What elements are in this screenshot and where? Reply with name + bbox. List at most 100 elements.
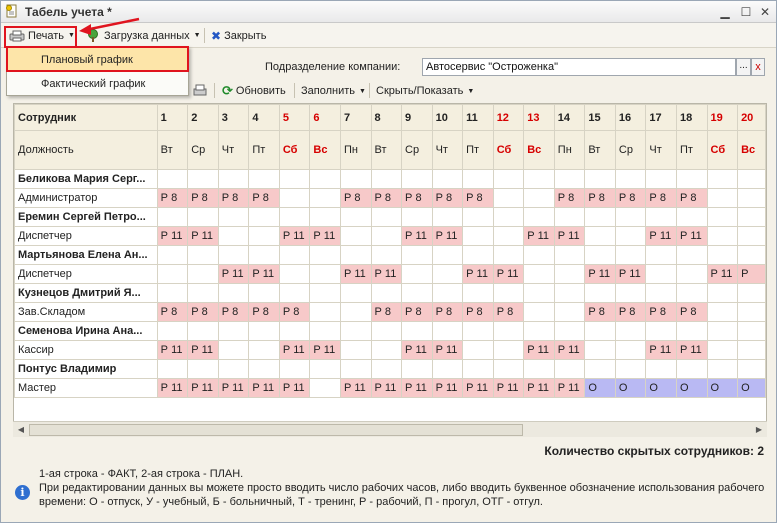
plan-cell[interactable] [614,226,647,246]
plan-cell[interactable] [278,188,311,208]
column-header-day[interactable]: 3 [217,104,250,131]
fact-cell[interactable] [706,245,739,265]
plan-cell[interactable]: Р 8 [675,188,708,208]
fact-cell[interactable] [553,169,586,189]
plan-cell[interactable]: Р 8 [217,302,250,322]
fact-cell[interactable] [339,283,372,303]
plan-cell[interactable]: Р 11 [675,340,708,360]
fact-cell[interactable] [248,359,280,379]
plan-cell[interactable]: Р 8 [187,188,219,208]
plan-cell[interactable]: Р 8 [248,302,280,322]
plan-cell[interactable]: Р 11 [339,264,372,284]
fact-cell[interactable] [553,207,586,227]
plan-cell[interactable]: Р 8 [217,188,250,208]
plan-cell[interactable]: О [584,378,616,398]
employee-name[interactable]: Семенова Ирина Ана... [14,321,158,341]
employee-name[interactable]: Беликова Мария Серг... [14,169,158,189]
employee-position[interactable]: Зав.Складом [14,302,158,322]
fact-cell[interactable] [523,283,555,303]
fact-cell[interactable] [584,359,616,379]
plan-cell[interactable] [370,226,403,246]
plan-cell[interactable] [492,340,525,360]
plan-cell[interactable]: Р 8 [462,188,494,208]
plan-cell[interactable]: Р 11 [370,378,403,398]
plan-cell[interactable] [706,188,739,208]
plan-cell[interactable]: О [645,378,677,398]
fact-cell[interactable] [278,321,311,341]
column-header-day[interactable]: 6 [309,104,341,131]
fact-cell[interactable] [462,321,494,341]
plan-cell[interactable]: Р 8 [614,188,647,208]
column-header-day[interactable]: 9 [401,104,433,131]
plan-cell[interactable] [584,226,616,246]
plan-cell[interactable]: Р 11 [523,378,555,398]
fact-cell[interactable] [737,359,766,379]
plan-cell[interactable] [492,188,525,208]
plan-cell[interactable]: Р 8 [401,188,433,208]
column-header-day[interactable]: 17 [645,104,677,131]
fact-cell[interactable] [737,283,766,303]
fact-cell[interactable] [737,321,766,341]
fact-cell[interactable] [401,245,433,265]
plan-cell[interactable] [737,188,766,208]
plan-cell[interactable]: Р 8 [431,302,464,322]
plan-cell[interactable]: Р 11 [278,378,311,398]
plan-cell[interactable] [339,340,372,360]
fact-cell[interactable] [706,321,739,341]
fact-cell[interactable] [278,169,311,189]
fact-cell[interactable] [156,207,189,227]
plan-cell[interactable]: Р 8 [645,188,677,208]
fact-cell[interactable] [706,169,739,189]
fact-cell[interactable] [614,321,647,341]
employee-name[interactable]: Еремин Сергей Петро... [14,207,158,227]
plan-cell[interactable] [339,226,372,246]
plan-cell[interactable]: Р 8 [156,188,189,208]
column-header-day[interactable]: 2 [187,104,219,131]
employee-name[interactable]: Понтус Владимир [14,359,158,379]
plan-cell[interactable]: О [706,378,739,398]
fact-cell[interactable] [156,359,189,379]
plan-cell[interactable] [553,264,586,284]
plan-cell[interactable]: Р 8 [584,188,616,208]
column-header-day[interactable]: 12 [492,104,525,131]
fact-cell[interactable] [492,207,525,227]
plan-cell[interactable]: Р 11 [187,378,219,398]
fact-cell[interactable] [492,245,525,265]
fact-cell[interactable] [645,359,677,379]
fact-cell[interactable] [401,169,433,189]
plan-cell[interactable] [309,264,341,284]
fact-cell[interactable] [462,283,494,303]
employee-name[interactable]: Мартьянова Елена Ан... [14,245,158,265]
fact-cell[interactable] [370,169,403,189]
fact-cell[interactable] [492,359,525,379]
fact-cell[interactable] [309,321,341,341]
fact-cell[interactable] [645,207,677,227]
plan-cell[interactable]: Р 11 [462,378,494,398]
fact-cell[interactable] [675,207,708,227]
fact-cell[interactable] [492,169,525,189]
plan-cell[interactable]: Р 11 [278,340,311,360]
plan-cell[interactable] [584,340,616,360]
plan-cell[interactable] [706,340,739,360]
fact-cell[interactable] [187,321,219,341]
employee-position[interactable]: Мастер [14,378,158,398]
plan-cell[interactable] [339,302,372,322]
fact-cell[interactable] [614,245,647,265]
fact-cell[interactable] [339,245,372,265]
plan-cell[interactable] [217,226,250,246]
fact-cell[interactable] [248,245,280,265]
fact-cell[interactable] [553,359,586,379]
subdivision-clear-button[interactable]: x [751,58,765,76]
fact-cell[interactable] [584,321,616,341]
fact-cell[interactable] [431,207,464,227]
fact-cell[interactable] [370,359,403,379]
plan-cell[interactable] [431,264,464,284]
fact-cell[interactable] [401,321,433,341]
fact-cell[interactable] [706,359,739,379]
plan-cell[interactable]: Р 11 [248,378,280,398]
fact-cell[interactable] [278,207,311,227]
fact-cell[interactable] [370,283,403,303]
print-preview-icon[interactable] [193,82,207,100]
column-header-day[interactable]: 13 [523,104,555,131]
plan-cell[interactable] [737,226,766,246]
